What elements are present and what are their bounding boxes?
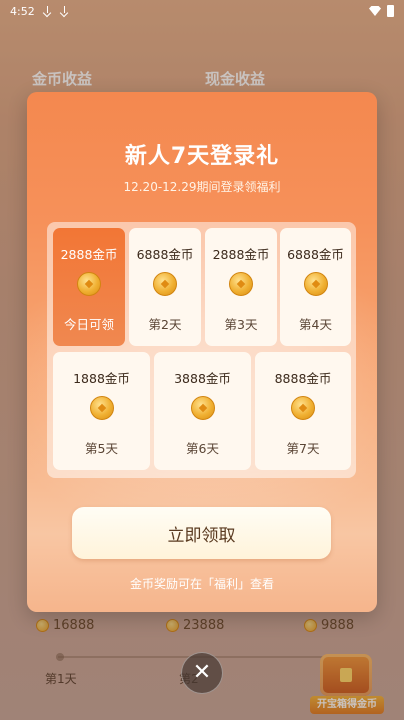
close-button[interactable]: ✕ <box>181 652 223 694</box>
reward-day-label: 第5天 <box>85 441 118 456</box>
close-icon: ✕ <box>192 660 212 685</box>
reward-grid: 2888金币 今日可领 6888金币 第2天 2888金币 第3天 6888金币… <box>47 222 356 478</box>
reward-amount: 8888金币 <box>274 371 332 386</box>
reward-amount: 1888金币 <box>73 371 130 386</box>
reward-card-day2[interactable]: 6888金币 第2天 <box>129 228 201 346</box>
coin-icon <box>89 396 114 420</box>
status-bar: 4:52 <box>0 0 404 22</box>
battery-icon <box>387 5 394 17</box>
modal-footnote: 金币奖励可在「福利」查看 <box>129 577 274 591</box>
claim-now-button[interactable]: 立即领取 <box>72 507 331 559</box>
reward-day-label: 第7天 <box>286 441 320 456</box>
reward-day-label: 今日可领 <box>63 317 114 332</box>
reward-card-day7[interactable]: 8888金币 第7天 <box>255 352 351 470</box>
reward-card-day3[interactable]: 2888金币 第3天 <box>205 228 277 346</box>
reward-day-label: 第6天 <box>186 441 219 456</box>
coin-icon <box>303 272 328 296</box>
reward-card-day6[interactable]: 3888金币 第6天 <box>154 352 251 470</box>
reward-amount: 2888金币 <box>212 247 270 262</box>
reward-amount: 6888金币 <box>287 247 344 262</box>
wifi-icon <box>369 6 381 16</box>
download-icon <box>43 5 52 17</box>
coin-icon <box>77 272 101 296</box>
download-icon <box>60 5 69 17</box>
coin-icon <box>229 272 253 296</box>
reward-day-label: 第3天 <box>224 317 258 332</box>
reward-amount: 3888金币 <box>174 371 231 386</box>
login-reward-modal: 新人7天登录礼 12.20-12.29期间登录领福利 2888金币 今日可领 6… <box>27 92 377 612</box>
modal-subtitle: 12.20-12.29期间登录领福利 <box>123 180 281 194</box>
coin-icon <box>153 272 177 296</box>
reward-amount: 2888金币 <box>60 247 118 262</box>
modal-title: 新人7天登录礼 <box>124 144 280 169</box>
reward-card-day1[interactable]: 2888金币 今日可领 <box>53 228 125 346</box>
reward-card-day4[interactable]: 6888金币 第4天 <box>280 228 351 346</box>
reward-day-label: 第4天 <box>299 317 332 332</box>
reward-amount: 6888金币 <box>136 247 194 262</box>
coin-icon <box>190 396 215 420</box>
coin-icon <box>291 396 315 420</box>
status-time: 4:52 <box>10 4 35 18</box>
reward-card-day5[interactable]: 1888金币 第5天 <box>53 352 150 470</box>
reward-day-label: 第2天 <box>148 317 182 332</box>
